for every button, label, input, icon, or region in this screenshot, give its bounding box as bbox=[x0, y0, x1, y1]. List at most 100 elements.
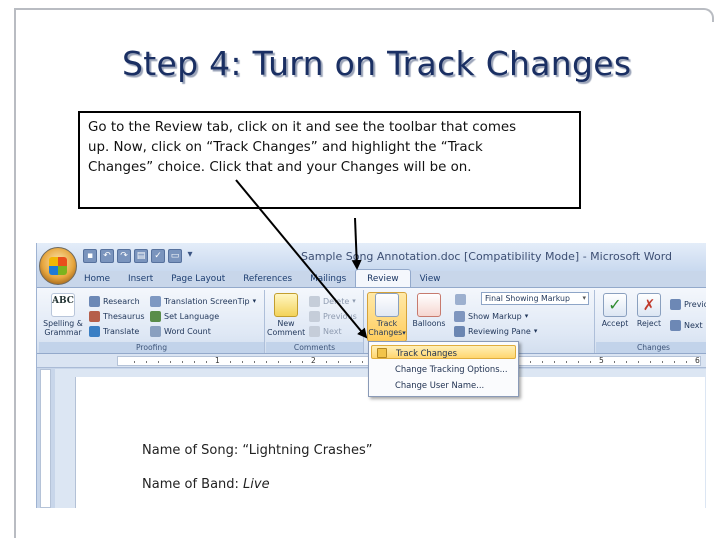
translate-button[interactable]: Translate bbox=[89, 325, 139, 337]
ruler-tick bbox=[650, 361, 651, 363]
balloons-button[interactable]: Balloons bbox=[409, 293, 449, 328]
new-comment-icon bbox=[274, 293, 298, 317]
ruler-tick bbox=[290, 361, 291, 363]
tab-review[interactable]: Review bbox=[355, 269, 411, 287]
previous-comment-button[interactable]: Previous bbox=[309, 310, 357, 322]
translation-screentip-label: Translation ScreenTip bbox=[164, 296, 250, 306]
tab-page-layout[interactable]: Page Layout bbox=[162, 271, 234, 287]
callout-line-2: up. Now, click on “Track Changes” and hi… bbox=[88, 140, 483, 155]
menu-item-track-changes[interactable]: Track Changes bbox=[371, 345, 516, 359]
balloons-label: Balloons bbox=[412, 319, 446, 328]
reviewing-pane-button[interactable]: Reviewing Pane ▾ bbox=[454, 325, 537, 337]
ruler-tick bbox=[326, 361, 327, 363]
show-markup-label: Show Markup bbox=[468, 311, 522, 321]
previous-change-label: Previous bbox=[684, 299, 706, 309]
chevron-down-icon: ▾ bbox=[252, 297, 257, 305]
previous-change-button[interactable]: Previous bbox=[670, 298, 706, 310]
new-comment-button[interactable]: New Comment bbox=[267, 293, 305, 337]
accept-button[interactable]: ✓ Accept bbox=[598, 293, 632, 328]
ruler-tick bbox=[530, 361, 531, 363]
ruler-tick bbox=[230, 361, 231, 363]
delete-label: Delete bbox=[323, 296, 350, 306]
next-change-icon bbox=[670, 319, 681, 331]
ruler-tick bbox=[182, 361, 183, 363]
office-button[interactable] bbox=[39, 247, 77, 285]
menu-item-change-user-name[interactable]: Change User Name... bbox=[371, 378, 516, 392]
proofing-group-label: Proofing bbox=[39, 342, 264, 353]
track-changes-label-1: Track bbox=[376, 319, 398, 328]
spelling-label-2: Grammar bbox=[44, 328, 82, 337]
band-value: Live bbox=[243, 477, 270, 492]
ruler-tick bbox=[170, 361, 171, 363]
slide-title: Step 4: Turn on Track Changes bbox=[122, 44, 632, 83]
abc-check-icon: ABC bbox=[51, 293, 75, 317]
next-icon bbox=[309, 325, 320, 337]
comments-group: New Comment Delete ▾ Previous Next Comme… bbox=[266, 290, 364, 353]
word-count-button[interactable]: Word Count bbox=[150, 325, 211, 337]
set-language-button[interactable]: Set Language bbox=[150, 310, 219, 322]
tab-insert[interactable]: Insert bbox=[119, 271, 162, 287]
ruler-tick bbox=[578, 361, 579, 363]
ruler-number: 6 bbox=[695, 356, 700, 365]
callout-line-3: Changes” choice. Click that and your Cha… bbox=[88, 160, 472, 175]
ruler-tick bbox=[206, 361, 207, 363]
research-button[interactable]: Research bbox=[89, 295, 140, 307]
tab-mailings[interactable]: Mailings bbox=[301, 271, 355, 287]
thesaurus-button[interactable]: Thesaurus bbox=[89, 310, 145, 322]
show-markup-button[interactable]: Show Markup ▾ bbox=[454, 310, 528, 322]
ruler-tick bbox=[146, 361, 147, 363]
spelling-grammar-button[interactable]: ABC Spelling & Grammar bbox=[43, 293, 83, 337]
comments-group-label: Comments bbox=[266, 342, 363, 353]
display-for-review-icon bbox=[455, 293, 466, 305]
set-language-icon bbox=[150, 310, 161, 322]
ruler-tick bbox=[542, 361, 543, 363]
previous-change-icon bbox=[670, 298, 681, 310]
delete-comment-button[interactable]: Delete ▾ bbox=[309, 295, 356, 307]
ruler-tick bbox=[638, 361, 639, 363]
tab-references[interactable]: References bbox=[234, 271, 301, 287]
show-markup-icon bbox=[454, 310, 465, 322]
balloons-icon bbox=[417, 293, 441, 317]
proofing-group: ABC Spelling & Grammar Research Thesauru… bbox=[39, 290, 265, 353]
tab-home[interactable]: Home bbox=[75, 271, 119, 287]
ruler-tick bbox=[590, 361, 591, 363]
slide-border bbox=[14, 8, 714, 22]
tab-view[interactable]: View bbox=[411, 271, 450, 287]
ruler-tick bbox=[338, 361, 339, 363]
customize-qat-icon[interactable]: ▾ bbox=[185, 249, 195, 263]
song-line: Name of Song: “Lightning Crashes” bbox=[142, 443, 373, 458]
track-changes-button[interactable]: Track Changes▾ bbox=[367, 292, 407, 342]
display-for-review-select[interactable]: Final Showing Markup ▾ bbox=[481, 292, 589, 305]
translate-label: Translate bbox=[103, 326, 140, 336]
ruler-tick bbox=[686, 361, 687, 363]
ruler-tick bbox=[554, 361, 555, 363]
next-comment-label: Next bbox=[323, 326, 342, 336]
spelling-icon[interactable]: ✓ bbox=[151, 249, 165, 263]
chevron-down-icon: ▾ bbox=[402, 329, 406, 337]
instruction-callout: Go to the Review tab, click on it and se… bbox=[78, 111, 581, 209]
reviewing-pane-label: Reviewing Pane bbox=[468, 326, 531, 336]
menu-item-change-tracking-options[interactable]: Change Tracking Options... bbox=[371, 362, 516, 376]
print-icon[interactable]: ▤ bbox=[134, 249, 148, 263]
thesaurus-label: Thesaurus bbox=[103, 311, 145, 321]
ruler-number: 5 bbox=[599, 356, 604, 365]
delete-icon bbox=[309, 295, 320, 307]
translation-screentip-button[interactable]: Translation ScreenTip ▾ bbox=[150, 295, 256, 307]
ruler-tick bbox=[194, 361, 195, 363]
previous-icon bbox=[309, 310, 320, 322]
menu-item-label: Change User Name... bbox=[395, 380, 485, 390]
next-comment-button[interactable]: Next bbox=[309, 325, 342, 337]
open-folder-icon[interactable]: ▭ bbox=[168, 249, 182, 263]
accept-label: Accept bbox=[601, 319, 629, 328]
reject-x-icon: ✗ bbox=[637, 293, 661, 317]
redo-icon[interactable]: ↷ bbox=[117, 249, 131, 263]
track-changes-icon bbox=[377, 348, 387, 358]
reject-button[interactable]: ✗ Reject bbox=[632, 293, 666, 328]
save-icon[interactable]: ▪ bbox=[83, 249, 97, 263]
menu-item-label: Change Tracking Options... bbox=[395, 364, 508, 374]
slide-border-left bbox=[14, 8, 24, 538]
song-label: Name of Song: bbox=[142, 443, 239, 458]
next-change-button[interactable]: Next bbox=[670, 319, 703, 331]
track-changes-menu: Track Changes Change Tracking Options...… bbox=[368, 341, 519, 397]
undo-icon[interactable]: ↶ bbox=[100, 249, 114, 263]
